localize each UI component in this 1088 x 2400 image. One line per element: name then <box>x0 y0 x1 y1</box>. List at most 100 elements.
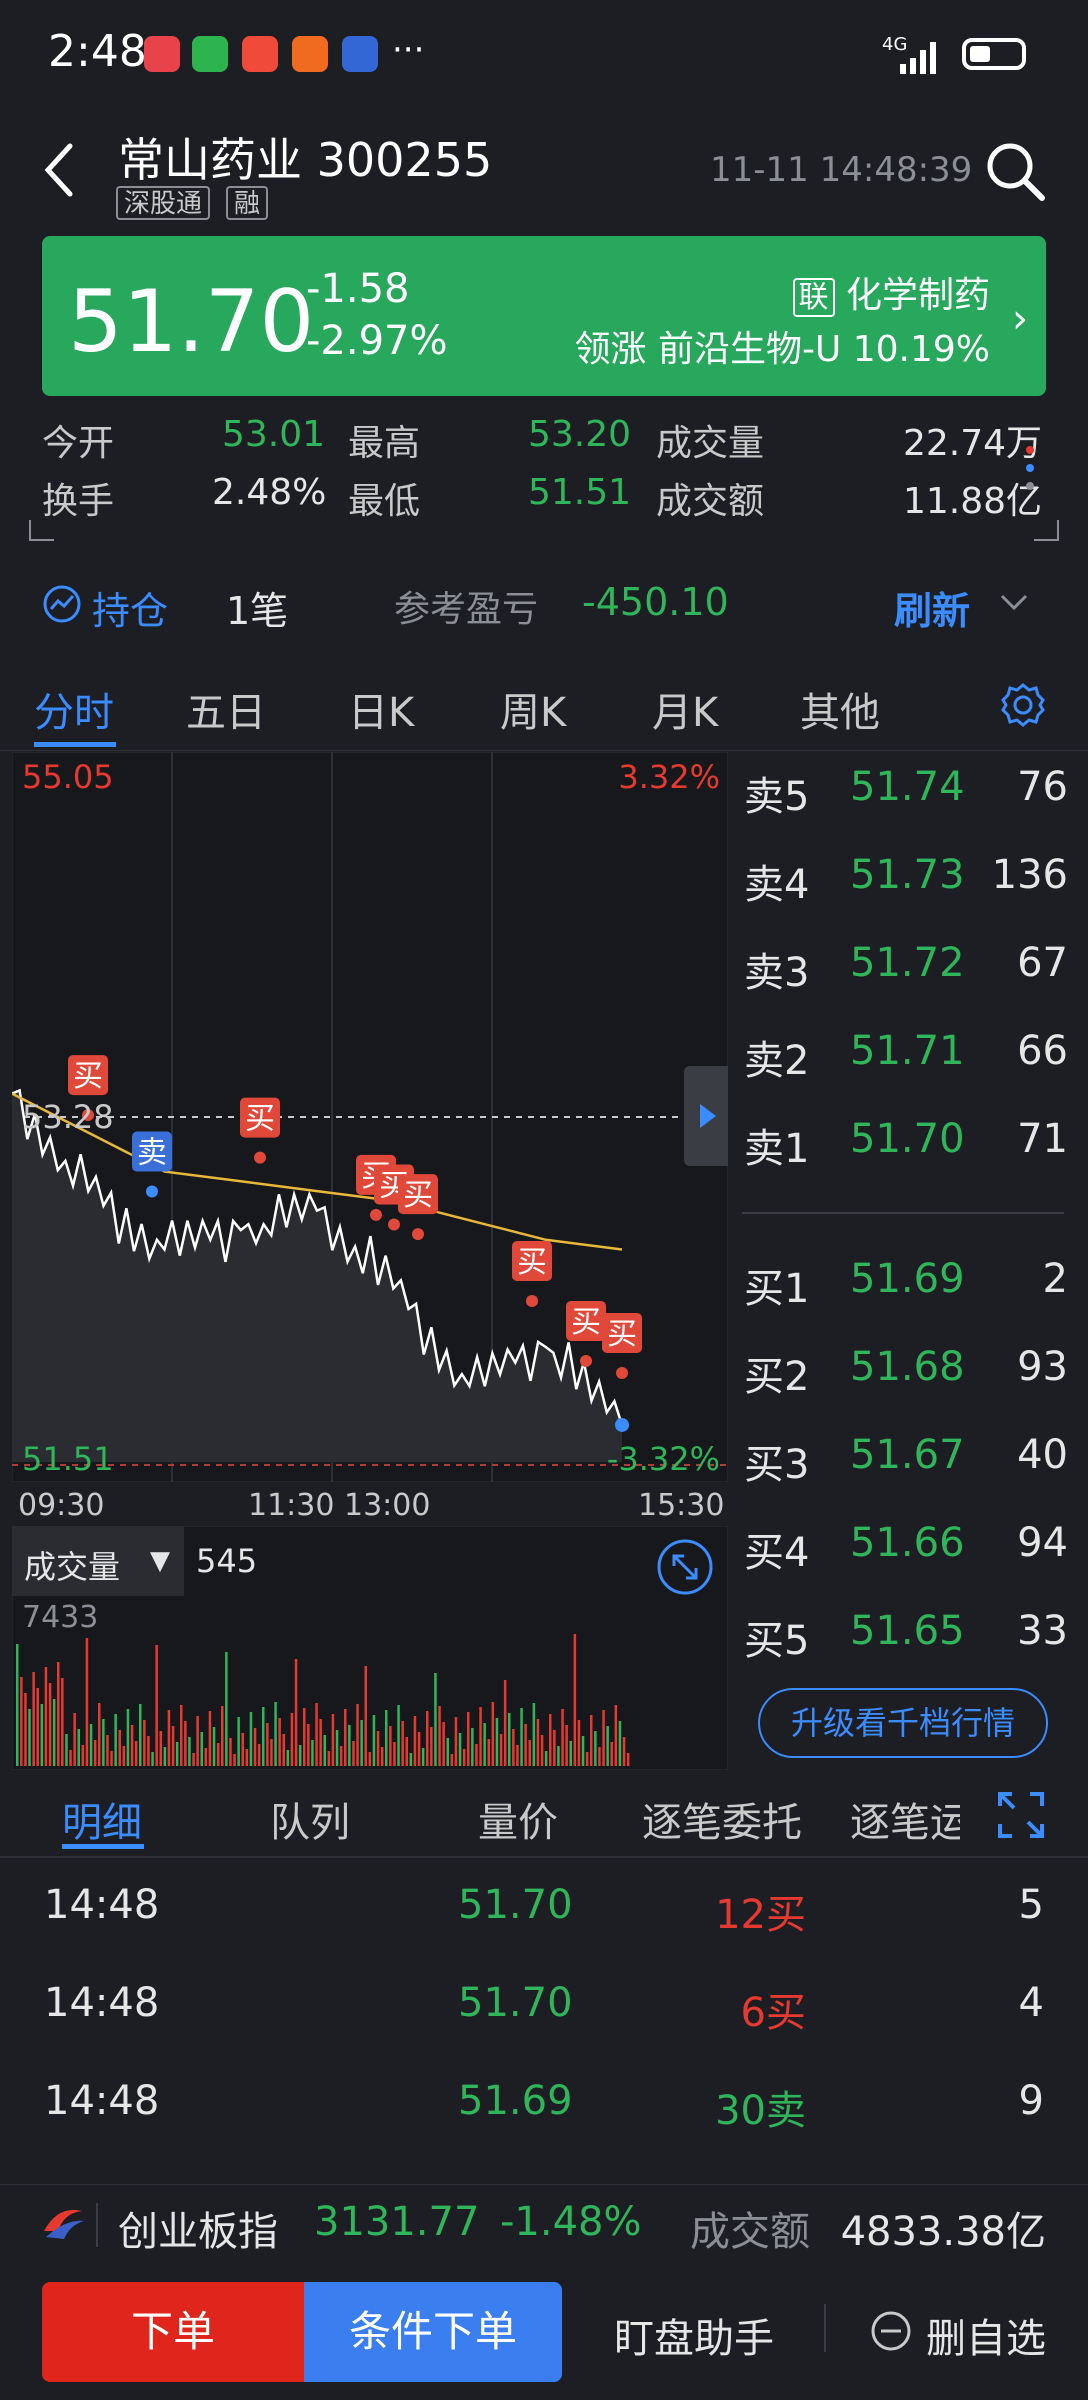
order-button[interactable]: 下单 <box>42 2282 304 2382</box>
volume-bar <box>69 1750 72 1766</box>
settings-gear-icon[interactable] <box>1000 682 1046 728</box>
volume-bar <box>614 1705 618 1766</box>
fullscreen-icon[interactable] <box>656 1538 714 1596</box>
intraday-chart[interactable]: 买卖买买买买买买买 55.05 3.32% 53.28 51.51 -3.32% <box>12 752 728 1482</box>
bid-price: 51.66 <box>850 1520 965 1566</box>
back-arrow-icon[interactable] <box>40 140 80 200</box>
volume-bar <box>81 1745 85 1766</box>
bid-row[interactable]: 买4 51.66 94 <box>738 1520 1068 1580</box>
ask-qty: 76 <box>1017 764 1068 810</box>
y-max-label: 55.05 <box>22 758 114 796</box>
conditional-order-button[interactable]: 条件下单 <box>304 2282 562 2382</box>
volume-bar <box>475 1744 478 1766</box>
ask-qty: 136 <box>991 852 1068 898</box>
volume-bar <box>512 1729 515 1766</box>
volume-bar <box>89 1724 93 1766</box>
volume-bar <box>499 1734 503 1766</box>
volume-bar <box>544 1751 548 1766</box>
tab-monthly-k[interactable]: 月K <box>652 680 718 738</box>
tab-five-day[interactable]: 五日 <box>186 680 266 738</box>
holdings-bar: 持仓 1笔 参考盈亏 -450.10 刷新 <box>0 560 1088 650</box>
volume-bar <box>57 1662 60 1766</box>
marker-label: 卖 <box>137 1136 167 1171</box>
volume-bar <box>61 1678 64 1766</box>
tab-daily-k[interactable]: 日K <box>348 680 414 738</box>
volume-bar <box>327 1751 331 1766</box>
marker-label: 买 <box>73 1059 103 1094</box>
ref-price-label: 53.28 <box>22 1098 114 1136</box>
remove-watchlist-button[interactable]: 删自选 <box>926 2306 1046 2364</box>
bid-row[interactable]: 买3 51.67 40 <box>738 1432 1068 1492</box>
ask-row[interactable]: 卖4 51.73 136 <box>738 852 1068 912</box>
remove-circle-icon[interactable] <box>870 2310 912 2352</box>
stat-turnover: 2.48% <box>212 472 327 513</box>
volume-bar <box>581 1736 585 1766</box>
index-amount-label: 成交额 <box>690 2209 810 2255</box>
tab-tick-orders[interactable]: 逐笔委托 <box>642 1790 802 1848</box>
stat-label: 成交额 <box>656 481 765 522</box>
refresh-button[interactable]: 刷新 <box>894 580 970 635</box>
volume-label[interactable]: 成交量 <box>24 1542 120 1588</box>
volume-bar <box>467 1712 470 1766</box>
volume-bar <box>303 1708 306 1766</box>
trade-size: 6买 <box>740 1990 806 2036</box>
ask-price: 51.74 <box>850 764 965 810</box>
volume-bar <box>32 1672 35 1766</box>
detail-divider <box>0 1856 1088 1858</box>
volume-bar <box>204 1748 208 1766</box>
volume-bar <box>540 1735 544 1766</box>
tab-weekly-k[interactable]: 周K <box>500 680 566 738</box>
volume-bar <box>278 1718 281 1766</box>
volume-bar <box>16 1644 19 1766</box>
bid-row[interactable]: 买2 51.68 93 <box>738 1344 1068 1404</box>
expand-corner-right-icon[interactable] <box>1030 520 1060 544</box>
intraday-chart-svg: 买卖买买买买买买买 <box>12 752 728 1482</box>
price-banner[interactable]: 51.70 -1.58 -2.97% 联 化学制药 领涨 前沿生物-U 10.1… <box>42 236 1046 396</box>
index-divider <box>96 2203 98 2247</box>
volume-bar <box>368 1752 372 1766</box>
expand-icon[interactable] <box>996 1790 1046 1840</box>
bid-row[interactable]: 买5 51.65 33 <box>738 1608 1068 1668</box>
volume-chart[interactable]: 成交量 ▼ 545 7433 <box>11 1525 729 1771</box>
caret-down-icon[interactable]: ▼ <box>150 1546 170 1576</box>
volume-bar <box>85 1638 89 1766</box>
bid-row[interactable]: 买1 51.69 2 <box>738 1256 1068 1316</box>
volume-bar <box>553 1730 556 1766</box>
search-icon[interactable] <box>984 140 1046 202</box>
volume-bar <box>163 1747 167 1766</box>
marker-dot <box>616 1366 628 1379</box>
watch-assistant-button[interactable]: 盯盘助手 <box>614 2306 774 2364</box>
ask-row[interactable]: 卖1 51.70 71 <box>738 1116 1068 1176</box>
ask-price: 51.73 <box>850 852 965 898</box>
volume-bar <box>298 1745 302 1766</box>
expand-corner-left-icon[interactable] <box>28 520 58 544</box>
ask-row[interactable]: 卖3 51.72 67 <box>738 940 1068 1000</box>
volume-bar <box>483 1723 486 1766</box>
tab-detail[interactable]: 明细 <box>62 1790 142 1848</box>
volume-value: 545 <box>196 1542 258 1580</box>
ask-row[interactable]: 卖2 51.71 66 <box>738 1028 1068 1088</box>
volume-bar <box>20 1677 23 1766</box>
holdings-label[interactable]: 持仓 <box>92 580 168 635</box>
ask-row[interactable]: 卖5 51.74 76 <box>738 764 1068 824</box>
tab-intraday[interactable]: 分时 <box>34 680 114 738</box>
sector-link[interactable]: 联 化学制药 <box>792 266 990 318</box>
bid-qty: 93 <box>1017 1344 1068 1390</box>
stats-more-icon[interactable] <box>1020 440 1040 500</box>
upgrade-depth-button[interactable]: 升级看千档行情 <box>758 1688 1048 1758</box>
stat-label: 今开 <box>42 423 115 464</box>
tab-queue[interactable]: 队列 <box>270 1790 350 1848</box>
volume-bar <box>139 1704 142 1766</box>
chevron-down-icon[interactable] <box>1000 594 1028 612</box>
sector-leader: 领涨 前沿生物-U 10.19% <box>574 329 991 370</box>
ask-level: 卖2 <box>744 1038 810 1084</box>
tab-tick-trades[interactable]: 逐笔运 <box>850 1790 960 1848</box>
time-label-midday: 11:30 13:00 <box>248 1488 431 1523</box>
volume-bar <box>294 1659 298 1766</box>
tab-other[interactable]: 其他 <box>800 680 880 738</box>
holdings-chart-icon <box>43 585 81 623</box>
index-ticker[interactable]: 创业板指 3131.77 -1.48% 成交额 4833.38亿 <box>0 2184 1088 2265</box>
expand-panel-handle[interactable] <box>684 1066 728 1166</box>
volume-bar <box>397 1705 400 1766</box>
tab-volume-price[interactable]: 量价 <box>478 1790 558 1848</box>
